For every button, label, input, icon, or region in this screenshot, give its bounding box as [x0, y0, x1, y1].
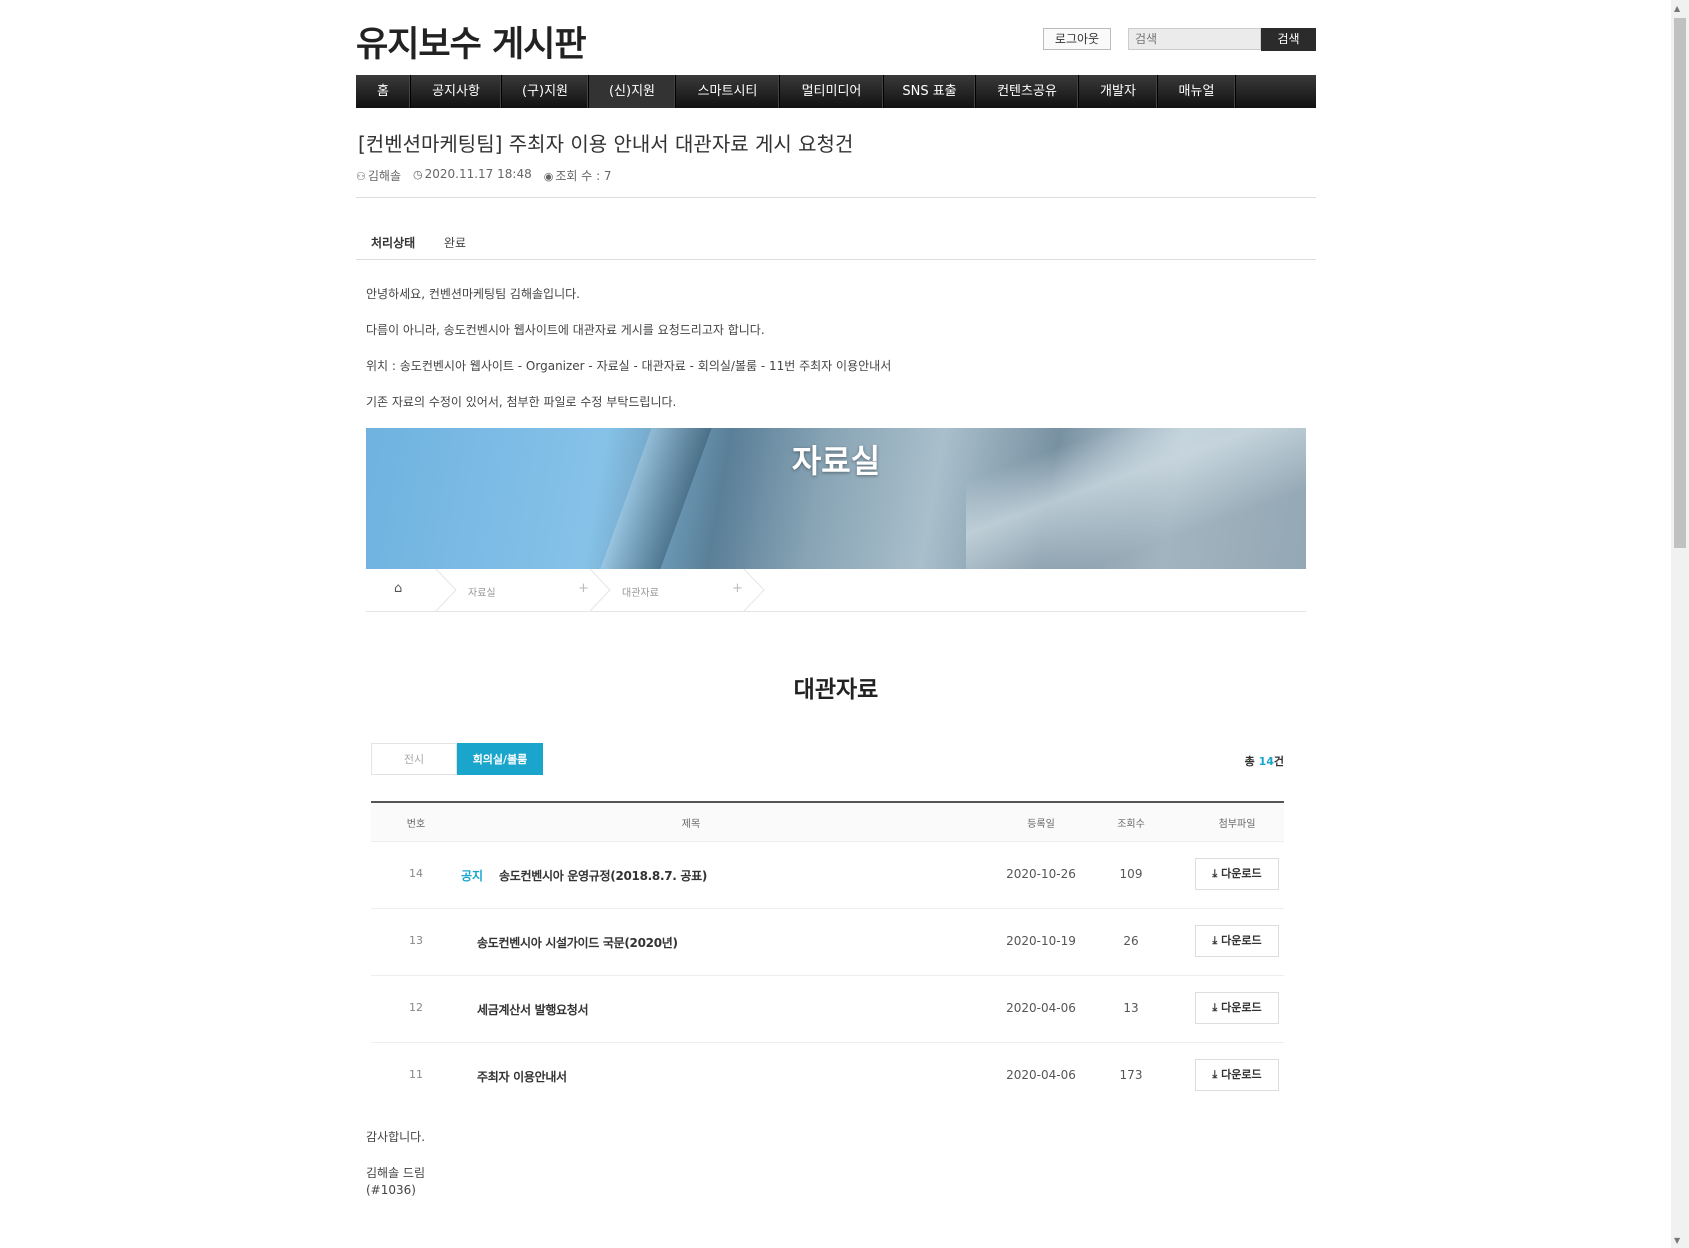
- nav-item-old-support[interactable]: (구)지원: [502, 75, 589, 108]
- banner-image: 자료실: [366, 428, 1306, 569]
- embedded-screenshot: 자료실 ⌂ 자료실 + 대관자료 + 대관자료 전시 회의실/볼룸 총 14건 …: [366, 428, 1306, 1091]
- row-title[interactable]: 송도컨벤시아 시설가이드 국문(2020년): [477, 934, 678, 951]
- body-paragraph: 기존 자료의 수정이 있어서, 첨부한 파일로 수정 부탁드립니다.: [366, 395, 677, 409]
- breadcrumb-item[interactable]: 대관자료: [622, 584, 659, 599]
- download-icon: ⤓: [1212, 934, 1222, 947]
- breadcrumb: ⌂ 자료실 + 대관자료 +: [366, 569, 1306, 612]
- body-paragraph: 위치 : 송도컨벤시아 웹사이트 - Organizer - 자료실 - 대관자…: [366, 359, 892, 373]
- row-title[interactable]: 세금계산서 발행요청서: [477, 1001, 589, 1018]
- download-icon: ⤓: [1212, 867, 1222, 880]
- logout-button[interactable]: 로그아웃: [1043, 28, 1111, 50]
- row-date: 2020-10-26: [1006, 867, 1076, 881]
- view-count-text: 조회 수 : 7: [555, 169, 612, 183]
- row-views: 13: [1123, 1001, 1139, 1015]
- total-count: 총 14건: [1245, 753, 1284, 769]
- post-title: [컨벤션마케팅팀] 주최자 이용 안내서 대관자료 게시 요청건: [358, 132, 854, 156]
- scroll-down-arrow-icon[interactable]: ▼: [1674, 1236, 1680, 1245]
- download-label: 다운로드: [1221, 867, 1262, 880]
- col-title: 제목: [681, 819, 701, 830]
- nav-item-notice[interactable]: 공지사항: [411, 75, 502, 108]
- view-count: ◉ 조회 수 : 7: [544, 167, 612, 184]
- download-label: 다운로드: [1221, 1068, 1262, 1081]
- signature-text: 김해솔 드림: [366, 1166, 426, 1180]
- banner-title: 자료실: [791, 442, 881, 480]
- download-label: 다운로드: [1221, 934, 1262, 947]
- scrollbar-thumb[interactable]: [1674, 18, 1686, 548]
- clock-icon: ◷: [413, 168, 423, 181]
- row-date: 2020-04-06: [1006, 1001, 1076, 1015]
- col-date: 등록일: [1027, 819, 1055, 830]
- total-suffix: 건: [1273, 755, 1284, 768]
- status-label: 처리상태: [371, 236, 416, 250]
- category-tabs: 전시 회의실/볼룸: [371, 743, 543, 775]
- download-button[interactable]: ⤓ 다운로드: [1195, 1059, 1279, 1091]
- table-row[interactable]: 12 세금계산서 발행요청서 2020-04-06 13 ⤓ 다운로드: [371, 976, 1284, 1043]
- table-row[interactable]: 13 송도컨벤시아 시설가이드 국문(2020년) 2020-10-19 26 …: [371, 909, 1284, 976]
- post-meta: ⚇ 김해솔 ◷ 2020.11.17 18:48 ◉ 조회 수 : 7: [356, 167, 612, 184]
- download-button[interactable]: ⤓ 다운로드: [1195, 925, 1279, 957]
- row-views: 26: [1123, 934, 1139, 948]
- row-number: 13: [409, 934, 423, 947]
- row-title[interactable]: 주최자 이용안내서: [477, 1068, 567, 1085]
- table-header: 번호 제목 등록일 조회수 첨부파일: [371, 803, 1284, 842]
- total-number: 14: [1258, 755, 1274, 768]
- tab-meeting-room[interactable]: 회의실/볼룸: [457, 743, 543, 775]
- row-date: 2020-04-06: [1006, 1068, 1076, 1082]
- total-prefix: 총: [1244, 755, 1259, 768]
- row-number: 11: [409, 1068, 423, 1081]
- datetime-text: 2020.11.17 18:48: [424, 167, 532, 181]
- download-button[interactable]: ⤓ 다운로드: [1195, 858, 1279, 890]
- nav-item-home[interactable]: 홈: [356, 75, 411, 108]
- body-paragraph: 안녕하세요, 컨벤션마케팅팀 김해솔입니다.: [366, 287, 580, 301]
- user-icon: ⚇: [356, 170, 366, 183]
- search-input[interactable]: [1128, 28, 1261, 50]
- row-title[interactable]: 송도컨벤시아 운영규정(2018.8.7. 공표): [499, 867, 707, 884]
- site-title[interactable]: 유지보수 게시판: [356, 16, 587, 67]
- divider: [356, 197, 1316, 198]
- eye-icon: ◉: [543, 170, 554, 183]
- col-views: 조회수: [1117, 819, 1145, 830]
- tab-exhibition[interactable]: 전시: [371, 743, 457, 775]
- breadcrumb-separator: [589, 569, 611, 611]
- nav-item-content-share[interactable]: 컨텐츠공유: [976, 75, 1079, 108]
- nav-item-multimedia[interactable]: 멀티미디어: [780, 75, 884, 108]
- body-paragraph: 다름이 아니라, 송도컨벤시아 웹사이트에 대관자료 게시를 요청드리고자 합니…: [366, 323, 765, 337]
- status-row: 처리상태 완료: [356, 223, 1316, 260]
- author: ⚇ 김해솔: [356, 167, 401, 184]
- section-title: 대관자료: [793, 677, 879, 703]
- download-icon: ⤓: [1212, 1068, 1222, 1081]
- nav-item-sns[interactable]: SNS 표출: [884, 75, 976, 108]
- closing-text: 감사합니다.: [366, 1130, 426, 1144]
- reference-number: (#1036): [366, 1183, 416, 1197]
- post-datetime: ◷ 2020.11.17 18:48: [413, 167, 532, 184]
- row-number: 14: [409, 867, 423, 880]
- row-views: 173: [1119, 1068, 1143, 1082]
- home-icon[interactable]: ⌂: [394, 581, 402, 596]
- row-number: 12: [409, 1001, 423, 1014]
- nav-item-smart-city[interactable]: 스마트시티: [676, 75, 780, 108]
- author-name: 김해솔: [367, 169, 401, 183]
- search-button[interactable]: 검색: [1261, 28, 1316, 51]
- nav-item-new-support[interactable]: (신)지원: [589, 75, 676, 108]
- scroll-up-arrow-icon[interactable]: ▲: [1674, 4, 1680, 13]
- file-table: 번호 제목 등록일 조회수 첨부파일 14 공지 송도컨벤시아 운영규정(201…: [371, 801, 1284, 1109]
- breadcrumb-item[interactable]: 자료실: [468, 584, 496, 599]
- notice-badge: 공지: [461, 869, 484, 883]
- download-button[interactable]: ⤓ 다운로드: [1195, 992, 1279, 1024]
- nav-item-manual[interactable]: 매뉴얼: [1158, 75, 1236, 108]
- col-number: 번호: [406, 819, 426, 830]
- download-label: 다운로드: [1221, 1001, 1262, 1014]
- row-views: 109: [1119, 867, 1143, 881]
- breadcrumb-separator: [743, 569, 765, 611]
- nav-item-developer[interactable]: 개발자: [1079, 75, 1158, 108]
- row-date: 2020-10-19: [1006, 934, 1076, 948]
- breadcrumb-separator: [435, 569, 457, 611]
- col-attachment: 첨부파일: [1218, 819, 1256, 830]
- status-value: 완료: [444, 236, 467, 250]
- download-icon: ⤓: [1212, 1001, 1222, 1014]
- table-row[interactable]: 11 주최자 이용안내서 2020-04-06 173 ⤓ 다운로드: [371, 1043, 1284, 1109]
- table-row[interactable]: 14 공지 송도컨벤시아 운영규정(2018.8.7. 공표) 2020-10-…: [371, 842, 1284, 909]
- main-nav: 홈 공지사항 (구)지원 (신)지원 스마트시티 멀티미디어 SNS 표출 컨텐…: [356, 75, 1316, 108]
